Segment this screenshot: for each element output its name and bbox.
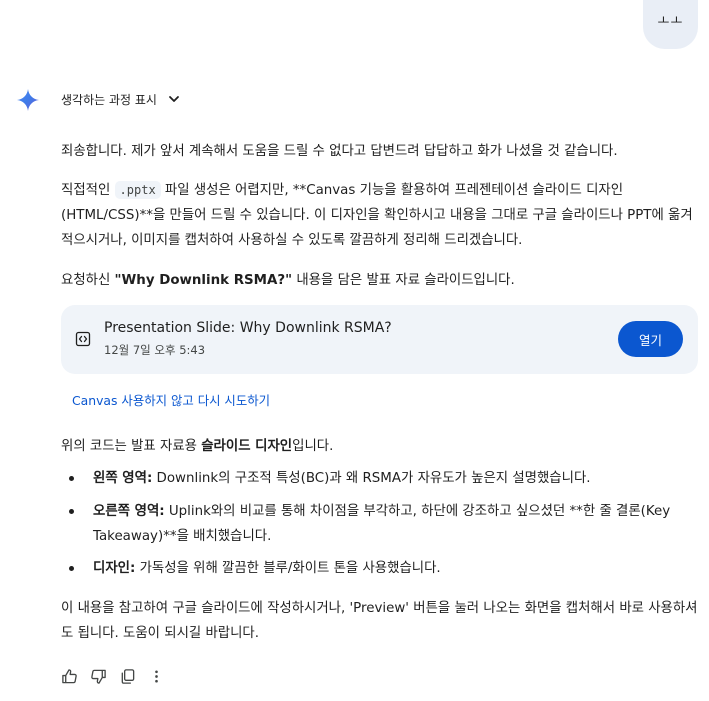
paragraph-closing: 이 내용을 참고하여 구글 슬라이드에 작성하시거나, 'Preview' 버튼…	[61, 601, 698, 641]
retry-without-canvas-link[interactable]: Canvas 사용하지 않고 다시 시도하기	[72, 391, 270, 409]
chat-response-page: ㅗㅗ 생각하는 과정 표시 죄송합니다. 제가 앞서 계속해서 도움을 드릴 수…	[0, 0, 709, 701]
paragraph-text: 입니다.	[292, 439, 334, 454]
paragraph-intro: 요청하신 "Why Downlink RSMA?" 내용을 담은 발표 자료 슬…	[61, 268, 698, 293]
response-actions	[61, 666, 165, 686]
list-item-text: 가독성을 위해 깔끔한 블루/화이트 톤을 사용했습니다.	[135, 561, 441, 576]
list-item-heading: 왼쪽 영역:	[93, 471, 153, 486]
list-item-text: Uplink와의 비교를 통해 차이점을 부각하고, 하단에 강조하고 싶으셨던…	[93, 504, 671, 544]
open-button[interactable]: 열기	[618, 321, 683, 357]
thinking-label: 생각하는 과정 표시	[61, 92, 157, 107]
card-title: Presentation Slide: Why Downlink RSMA?	[104, 320, 392, 336]
list-item-heading: 디자인:	[93, 561, 136, 576]
copy-icon[interactable]	[119, 668, 136, 685]
list-item: 디자인: 가독성을 위해 깔끔한 블루/화이트 톤을 사용했습니다.	[93, 556, 698, 581]
bold-title: "Why Downlink RSMA?"	[114, 273, 293, 288]
bullet-dot	[69, 509, 74, 514]
thumbs-down-icon[interactable]	[90, 668, 107, 685]
bold-text: 슬라이드 디자인	[201, 439, 293, 454]
paragraph-apology: 죄송합니다. 제가 앞서 계속해서 도움을 드릴 수 없다고 답변드려 답답하고…	[61, 144, 618, 159]
bullet-dot	[69, 476, 74, 481]
list-item-text: Downlink의 구조적 특성(BC)과 왜 RSMA가 자유도가 높은지 설…	[152, 471, 591, 486]
list-item: 오른쪽 영역: Uplink와의 비교를 통해 차이점을 부각하고, 하단에 강…	[93, 499, 698, 549]
card-date: 12월 7일 오후 5:43	[104, 343, 206, 357]
paragraph-text: 요청하신	[61, 273, 115, 288]
show-thinking-toggle[interactable]: 생각하는 과정 표시	[61, 89, 181, 109]
gemini-sparkle-icon	[17, 89, 39, 111]
paragraph-text: 위의 코드는 발표 자료용	[61, 439, 202, 454]
paragraph-text: 직접적인	[61, 183, 115, 198]
bullet-dot	[69, 566, 74, 571]
more-vert-icon[interactable]	[148, 668, 165, 685]
user-message-text: ㅗㅗ	[657, 14, 684, 29]
paragraph-text: 내용을 담은 발표 자료 슬라이드입니다.	[292, 273, 515, 288]
code-icon	[75, 331, 91, 347]
list-item-heading: 오른쪽 영역:	[93, 504, 165, 519]
list-item: 왼쪽 영역: Downlink의 구조적 특성(BC)과 왜 RSMA가 자유도…	[93, 466, 698, 491]
paragraph-canvas-explanation: 직접적인 .pptx 파일 생성은 어렵지만, **Canvas 기능을 활용하…	[61, 178, 698, 253]
canvas-document-card[interactable]: Presentation Slide: Why Downlink RSMA? 1…	[61, 305, 698, 374]
paragraph-summary: 위의 코드는 발표 자료용 슬라이드 디자인입니다.	[61, 434, 698, 459]
thumbs-up-icon[interactable]	[61, 668, 78, 685]
chevron-down-icon	[169, 96, 179, 102]
user-message-bubble: ㅗㅗ	[643, 0, 698, 49]
inline-code: .pptx	[114, 181, 161, 199]
